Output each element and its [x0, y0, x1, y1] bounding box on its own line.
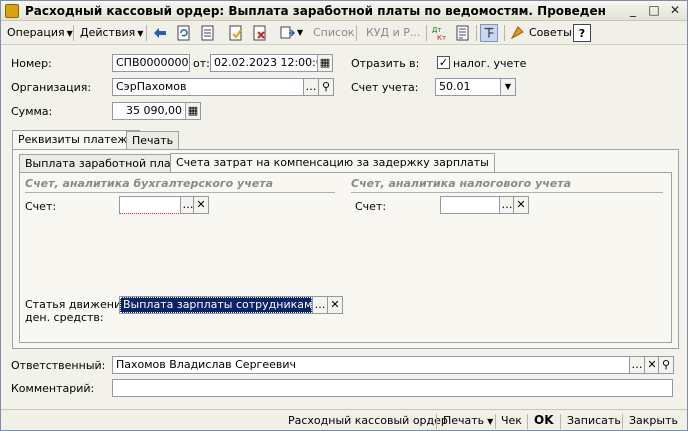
- bottom-separator: [495, 414, 496, 429]
- report-icon[interactable]: [454, 24, 472, 42]
- clear-icon[interactable]: ✕: [327, 296, 343, 314]
- subtab-panel: [19, 172, 672, 343]
- refresh-doc-icon[interactable]: [175, 24, 193, 42]
- select-button[interactable]: …: [629, 356, 645, 374]
- list-button[interactable]: Список: [310, 24, 357, 42]
- toolbar-separator: [73, 25, 74, 41]
- operation-menu[interactable]: Операция ▼: [4, 24, 76, 42]
- number-label: Номер:: [11, 57, 52, 70]
- account-left-field[interactable]: [119, 196, 181, 214]
- group-divider: [25, 192, 335, 193]
- account-dropdown-icon[interactable]: ▼: [500, 78, 516, 96]
- svg-text:Дт: Дт: [432, 26, 442, 34]
- date-field[interactable]: 02.02.2023 12:00:00: [210, 54, 318, 72]
- based-on-dropdown[interactable]: ▼: [294, 24, 306, 42]
- toolbar-separator: [504, 25, 505, 41]
- bottom-separator: [436, 414, 437, 429]
- tab-print[interactable]: Печать: [126, 131, 180, 150]
- advice-icon[interactable]: [509, 24, 527, 42]
- account-field[interactable]: 50.01: [435, 78, 501, 96]
- tax-checkbox[interactable]: ✓: [437, 56, 450, 69]
- search-icon[interactable]: ⚲: [318, 78, 334, 96]
- check-button[interactable]: Чек: [501, 414, 522, 427]
- window-title: Расходный кассовый ордер: Выплата зарабо…: [25, 4, 606, 18]
- back-arrow-icon[interactable]: [151, 24, 169, 42]
- clear-icon[interactable]: ✕: [513, 196, 529, 214]
- bottom-action-bar: Расходный кассовый ордер Печать ▼ Чек OK …: [1, 409, 687, 430]
- maximize-button[interactable]: □: [645, 3, 663, 19]
- responsible-field[interactable]: Пахомов Владислав Сергеевич: [112, 356, 630, 374]
- responsible-label: Ответственный:: [11, 359, 106, 372]
- cashflow-field[interactable]: Выплата зарплаты сотрудникам: [119, 296, 313, 314]
- help-button[interactable]: ?: [573, 24, 591, 42]
- tab-salary-payment[interactable]: Выплата заработной платы: [19, 154, 192, 173]
- app-icon: [5, 4, 19, 18]
- minimize-button[interactable]: _: [624, 3, 642, 19]
- post-doc-icon[interactable]: [227, 24, 245, 42]
- document-window: Расходный кассовый ордер: Выплата зарабо…: [0, 0, 688, 431]
- close-button[interactable]: Закрыть: [629, 414, 678, 427]
- cashflow-label-2: ден. средств:: [25, 311, 104, 324]
- date-label: от:: [193, 57, 210, 70]
- unpost-doc-icon[interactable]: [251, 24, 269, 42]
- tab-payment-details[interactable]: Реквизиты платежа: [12, 130, 141, 150]
- tab-compensation-accounts[interactable]: Счета затрат на компенсацию за задержку …: [170, 153, 495, 173]
- bottom-separator: [622, 414, 623, 429]
- search-icon[interactable]: ⚲: [658, 356, 674, 374]
- account-label: Счет учета:: [351, 81, 419, 94]
- account-right-field[interactable]: [440, 196, 500, 214]
- toolbar-separator: [476, 25, 477, 41]
- sum-label: Сумма:: [11, 105, 53, 118]
- bottom-separator: [560, 414, 561, 429]
- bottom-separator: [527, 414, 528, 429]
- title-bar: Расходный кассовый ордер: Выплата зарабо…: [1, 1, 687, 21]
- accounting-group-title: Счет, аналитика бухгалтерского учета: [25, 177, 274, 190]
- advice-button[interactable]: Советы: [526, 24, 575, 42]
- number-field[interactable]: СПВ00000001: [112, 54, 190, 72]
- organization-field[interactable]: СэрПахомов: [112, 78, 304, 96]
- kudir-button[interactable]: КУД и Р...: [363, 24, 423, 42]
- comment-label: Комментарий:: [11, 382, 95, 395]
- actions-menu[interactable]: Действия ▼: [77, 24, 146, 42]
- group-divider: [351, 192, 663, 193]
- tax-check-label: налог. учете: [453, 57, 527, 70]
- ok-button[interactable]: OK: [534, 413, 554, 427]
- toolbar: Операция ▼ Действия ▼ ▼ Список КУД и Р... …: [1, 21, 687, 45]
- organization-label: Организация:: [11, 81, 92, 94]
- reflect-label: Отразить в:: [351, 57, 420, 70]
- save-button[interactable]: Записать: [567, 414, 621, 427]
- toolbar-separator: [426, 25, 427, 41]
- comment-field[interactable]: [112, 379, 673, 397]
- toolbar-separator: [146, 25, 147, 41]
- select-button[interactable]: …: [303, 78, 319, 96]
- clear-icon[interactable]: ✕: [193, 196, 209, 214]
- doc-list-icon[interactable]: [199, 24, 217, 42]
- toolbar-separator: [356, 25, 357, 41]
- tax-group-title: Счет, аналитика налогового учета: [351, 177, 572, 190]
- structure-icon[interactable]: [480, 24, 498, 42]
- sum-field[interactable]: 35 090,00: [112, 102, 186, 120]
- calendar-icon[interactable]: ▦: [317, 54, 333, 72]
- close-window-button[interactable]: ✕: [666, 3, 684, 19]
- cashflow-label: Статья движения: [25, 298, 128, 311]
- account-right-label: Счет:: [355, 200, 387, 213]
- print-menu[interactable]: Печать ▼: [443, 414, 493, 427]
- dt-kt-icon[interactable]: ДтКт: [430, 24, 448, 42]
- calculator-icon[interactable]: ▦: [185, 102, 201, 120]
- svg-text:Кт: Кт: [437, 34, 446, 42]
- select-button[interactable]: …: [312, 296, 328, 314]
- order-print-button[interactable]: Расходный кассовый ордер: [288, 414, 448, 427]
- account-left-label: Счет:: [25, 200, 57, 213]
